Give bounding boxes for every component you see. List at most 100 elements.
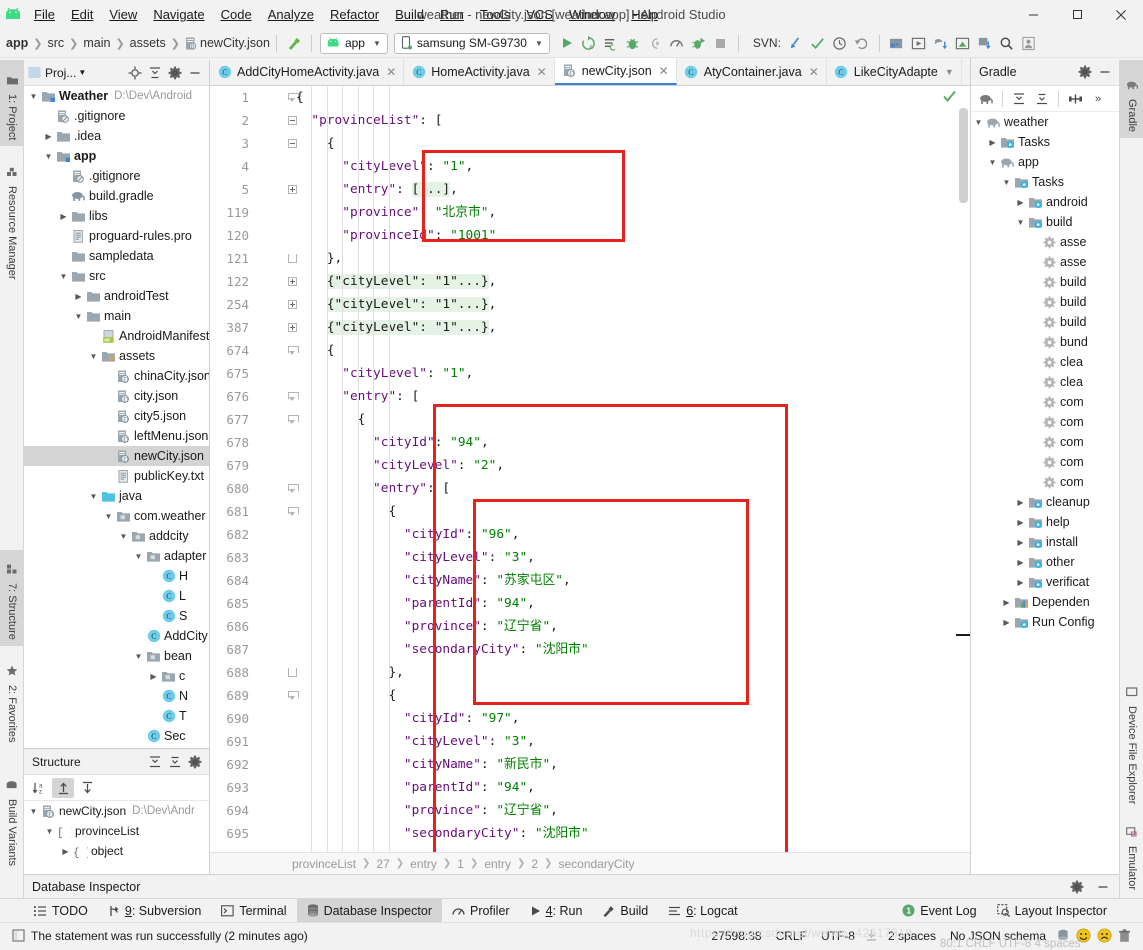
gradle-tree-row[interactable]: build	[971, 272, 1119, 292]
project-tree-row[interactable]: CL	[24, 586, 209, 606]
minimize-button[interactable]	[1011, 0, 1055, 29]
close-icon[interactable]: ✕	[537, 65, 547, 79]
gear-icon[interactable]	[165, 63, 185, 83]
editor-structure-breadcrumb[interactable]: provinceList ❯ 27 ❯ entry ❯ 1 ❯ entry ❯ 2 ❯ secondar…	[210, 852, 970, 874]
breadcrumb-segment[interactable]: secondaryCity	[558, 857, 634, 871]
project-tree-row[interactable]: proguard-rules.pro	[24, 226, 209, 246]
project-tree-row[interactable]: .gitignore	[24, 166, 209, 186]
gradle-tree-row[interactable]: clea	[971, 372, 1119, 392]
chevron-down-icon[interactable]: ▼	[28, 91, 39, 102]
gradle-tree-row[interactable]: com	[971, 432, 1119, 452]
maximize-button[interactable]	[1055, 0, 1099, 29]
project-tree-row[interactable]: ▶ libs	[24, 206, 209, 226]
tool-button-logcat[interactable]: 6: Logcat	[658, 899, 747, 923]
chevron-down-icon[interactable]: ▼	[103, 511, 114, 522]
gear-icon[interactable]	[1075, 62, 1095, 82]
gradle-tree-row[interactable]: clea	[971, 352, 1119, 372]
scroll-from-source-icon[interactable]	[76, 778, 98, 798]
chevron-right-icon[interactable]: ▶	[60, 846, 71, 857]
chevron-right-icon[interactable]: ▶	[1015, 197, 1026, 208]
tool-button-todo[interactable]: TODO	[24, 899, 98, 923]
close-icon[interactable]: ✕	[809, 65, 819, 79]
breadcrumb-app[interactable]: app	[6, 36, 28, 50]
happy-face-icon[interactable]	[1076, 928, 1091, 943]
project-tree-row[interactable]: CT	[24, 706, 209, 726]
menu-build[interactable]: Build	[387, 4, 432, 25]
tool-button-profiler[interactable]: Profiler	[442, 899, 520, 923]
gradle-tree-row[interactable]: asse	[971, 232, 1119, 252]
project-tree-row[interactable]: {} city.json	[24, 386, 209, 406]
gradle-tree-row[interactable]: ▶ android	[971, 192, 1119, 212]
code-editor[interactable]: 1 2 3 4 5 119 120 121 122 254 387 674 675 676 677 678 67…	[210, 86, 970, 874]
chevron-right-icon[interactable]: ▶	[1001, 597, 1012, 608]
project-tree-row[interactable]: CH	[24, 566, 209, 586]
close-icon[interactable]: ✕	[386, 65, 396, 79]
scroll-to-source-icon[interactable]	[52, 777, 74, 798]
gradle-tree-row[interactable]: ▶ Dependen	[971, 592, 1119, 612]
structure-tree-row[interactable]: ▶{ }object	[24, 841, 209, 861]
project-tree-row[interactable]: ▶ androidTest	[24, 286, 209, 306]
collapse-all-icon[interactable]	[1031, 88, 1053, 109]
project-tree-row[interactable]: ▼ bean	[24, 646, 209, 666]
menu-refactor[interactable]: Refactor	[322, 4, 387, 25]
gradle-tree-row[interactable]: ▶ install	[971, 532, 1119, 552]
breadcrumb-newcity-json[interactable]: newCity.json	[200, 36, 270, 50]
svn-commit-icon[interactable]	[807, 32, 829, 54]
gradle-tree-row[interactable]: com	[971, 472, 1119, 492]
more-options-icon[interactable]: »	[1087, 88, 1109, 109]
editor-tab[interactable]: C AtyContainer.java ✕	[677, 58, 827, 85]
gradle-tree-row[interactable]: com	[971, 452, 1119, 472]
editor-scrollbar-thumb[interactable]	[959, 108, 968, 203]
inspections-status-icon[interactable]	[943, 90, 956, 103]
sidebar-item-structure[interactable]: 7: Structure	[0, 550, 24, 646]
chevron-down-icon[interactable]: ▼	[945, 67, 954, 77]
chevron-right-icon[interactable]: ▶	[1015, 497, 1026, 508]
project-file-tree[interactable]: ▼ Weather D:\Dev\Android .gitignore ▶ .idea ▼ a…	[24, 86, 209, 748]
debug-icon[interactable]	[622, 32, 644, 54]
structure-tree[interactable]: ▼{}newCity.jsonD:\Dev\Andr▼[ ]provinceLi…	[24, 801, 209, 874]
gradle-tree-row[interactable]: ▼ app	[971, 152, 1119, 172]
database-schema-icon[interactable]	[1057, 929, 1069, 942]
gear-icon[interactable]	[1067, 877, 1087, 897]
statusbar-toggle-icon[interactable]	[12, 929, 25, 942]
project-tree-row[interactable]: ▼ Weather D:\Dev\Android	[24, 86, 209, 106]
status-json-schema[interactable]: No JSON schema	[943, 929, 1053, 943]
menu-vcs[interactable]: VCS	[518, 4, 561, 25]
gradle-tree-row[interactable]: asse	[971, 252, 1119, 272]
gradle-tree-row[interactable]: build	[971, 292, 1119, 312]
gradle-tree-row[interactable]: ▶ Run Config	[971, 612, 1119, 632]
menu-view[interactable]: View	[101, 4, 145, 25]
expand-all-icon[interactable]	[145, 752, 165, 772]
attach-debugger-icon[interactable]	[644, 32, 666, 54]
project-panel-title[interactable]: Proj...	[45, 66, 76, 80]
chevron-down-icon[interactable]: ▼	[73, 311, 84, 322]
status-indent[interactable]: 2 spaces	[881, 929, 943, 943]
project-tree-row[interactable]: CN	[24, 686, 209, 706]
editor-gutter[interactable]: 1 2 3 4 5 119 120 121 122 254 387 674 675 676 677 678 67…	[210, 86, 299, 874]
close-button[interactable]	[1099, 0, 1143, 29]
project-tree-row[interactable]: ▼ app	[24, 146, 209, 166]
chevron-down-icon[interactable]: ▼	[43, 151, 54, 162]
editor-code-text[interactable]: { "provinceList": [ { "cityLevel": "1", …	[296, 86, 970, 874]
gradle-tree-row[interactable]: ▶ other	[971, 552, 1119, 572]
sidebar-item-device-file-explorer[interactable]: Device File Explorer	[1120, 670, 1143, 810]
sync-gradle-icon[interactable]	[930, 32, 952, 54]
gradle-tree-row[interactable]: ▼ weather	[971, 112, 1119, 132]
status-encoding[interactable]: UTF-8	[814, 929, 862, 943]
sidebar-item-resource-manager[interactable]: Resource Manager	[0, 148, 24, 286]
menu-analyze[interactable]: Analyze	[260, 4, 322, 25]
chevron-down-icon[interactable]: ▼	[118, 531, 129, 542]
expand-all-icon[interactable]	[1008, 88, 1030, 109]
project-tree-row[interactable]: ▼ adapter	[24, 546, 209, 566]
gradle-tree-row[interactable]: ▼ build	[971, 212, 1119, 232]
project-tree-row[interactable]: {} chinaCity.json	[24, 366, 209, 386]
structure-tree-row[interactable]: ▼[ ]provinceList	[24, 821, 209, 841]
tool-button-build[interactable]: Build	[592, 899, 658, 923]
download-dependencies-icon[interactable]	[974, 32, 996, 54]
project-tree-row[interactable]: ▼ java	[24, 486, 209, 506]
chevron-right-icon[interactable]: ▶	[58, 211, 69, 222]
project-tree-row[interactable]: ▼ com.weather	[24, 506, 209, 526]
breadcrumb-main[interactable]: main	[83, 36, 110, 50]
sidebar-item-favorites[interactable]: 2: Favorites	[0, 648, 24, 748]
sidebar-item-build-variants[interactable]: Build Variants	[0, 752, 24, 872]
